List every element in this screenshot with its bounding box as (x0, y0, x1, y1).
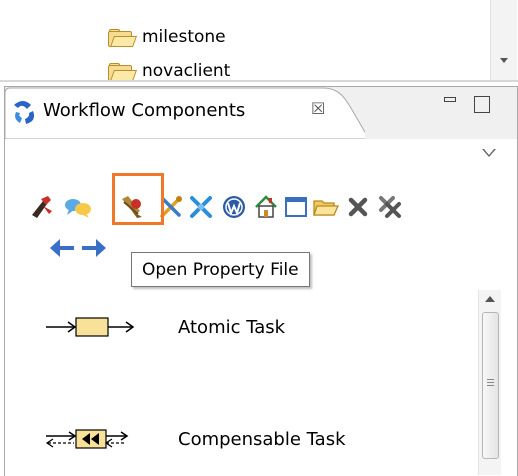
grip-line (487, 379, 494, 380)
minimize-icon (444, 97, 456, 102)
window-button[interactable] (282, 193, 310, 221)
bug-tool-button[interactable] (28, 193, 56, 221)
back-button[interactable] (48, 234, 76, 262)
workflow-icon (11, 99, 37, 125)
folder-icon (108, 28, 138, 47)
forward-button[interactable] (80, 234, 108, 262)
window-icon (285, 197, 307, 217)
folder-icon (108, 0, 128, 2)
scrollbar-thumb[interactable] (482, 312, 499, 459)
home-button[interactable] (252, 193, 280, 221)
close-icon[interactable]: ☒ (311, 99, 325, 118)
tree-scrollbar[interactable] (490, 0, 517, 80)
tab-workflow-components[interactable]: Workflow Components ☒ (5, 87, 365, 139)
minimize-button[interactable] (441, 95, 461, 109)
grip-line (487, 385, 494, 386)
maximize-icon (474, 96, 490, 113)
delete-button[interactable] (344, 193, 372, 221)
delete-icon (348, 197, 368, 217)
tree-item-label: novaclient (142, 61, 231, 81)
chat-bubbles-icon (65, 199, 91, 218)
atomic-task-icon (40, 311, 150, 343)
delete-all-button[interactable] (376, 193, 404, 221)
palette-scrollbar[interactable] (478, 290, 501, 475)
forward-arrow-icon (82, 239, 106, 257)
scroll-up-icon[interactable] (485, 296, 495, 302)
project-tree: milestone novaclient (0, 0, 518, 81)
palette-item-label: Atomic Task (178, 316, 286, 338)
grip-line (487, 382, 494, 383)
open-folder-icon (313, 200, 340, 216)
tree-item-milestone[interactable]: milestone (108, 24, 226, 50)
open-folder-button[interactable] (312, 193, 340, 221)
back-arrow-icon (50, 239, 74, 257)
run-stop-icon (190, 196, 212, 218)
maximize-button[interactable] (473, 95, 491, 113)
home-icon (255, 195, 277, 218)
run-stop-button[interactable] (187, 193, 215, 221)
tree-item-label: milestone (142, 27, 226, 47)
bug-tool-icon (32, 196, 52, 218)
folder-icon (108, 62, 138, 81)
palette-item-compensable-task[interactable]: Compensable Task (40, 423, 346, 455)
delete-all-icon (379, 196, 401, 218)
compensable-task-icon (40, 423, 150, 455)
chat-bubbles-button[interactable] (64, 193, 92, 221)
view-title: Workflow Components (43, 100, 246, 121)
highlight-frame (112, 173, 164, 225)
wordpress-icon (223, 196, 245, 218)
scroll-down-icon[interactable] (500, 58, 508, 63)
palette-item-atomic-task[interactable]: Atomic Task (40, 311, 285, 343)
tooltip: Open Property File (131, 252, 310, 287)
view-menu-button[interactable] (481, 149, 499, 159)
panel-divider (0, 80, 518, 82)
chevron-down-icon (482, 149, 496, 157)
palette-item-label: Compensable Task (178, 428, 346, 450)
wordpress-button[interactable] (220, 193, 248, 221)
